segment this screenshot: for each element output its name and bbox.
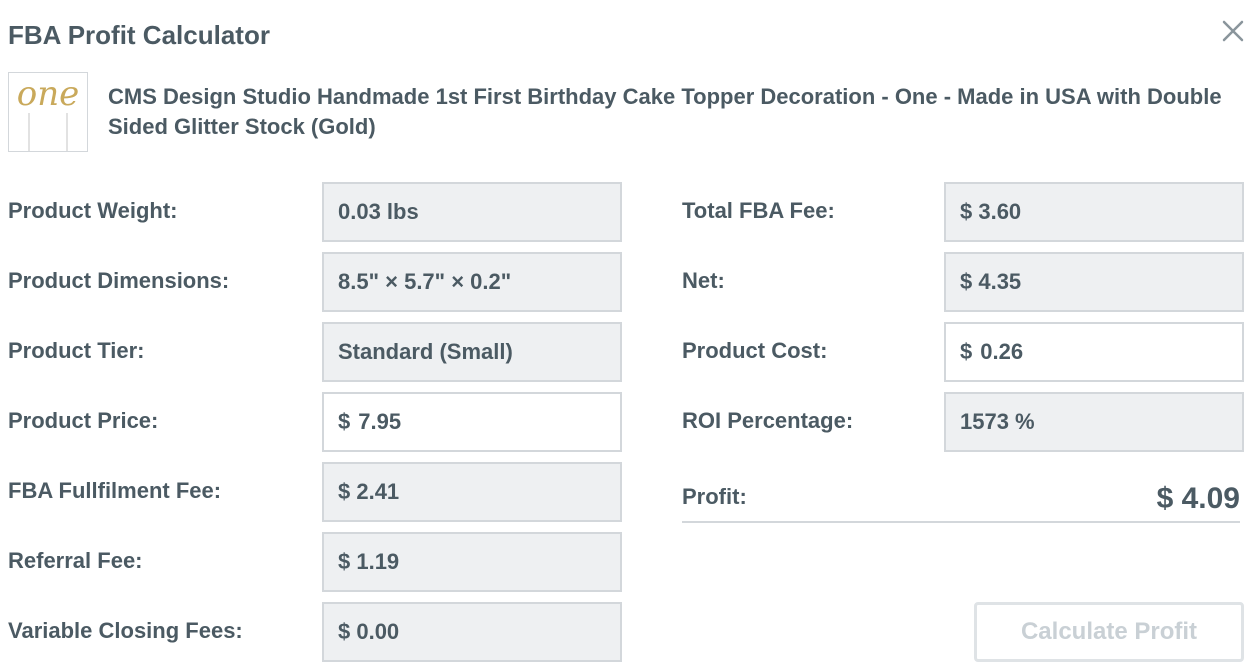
price-input[interactable]: [358, 409, 559, 435]
profit-label: Profit:: [682, 484, 747, 509]
net-label: Net:: [682, 268, 725, 293]
tier-label: Product Tier:: [8, 338, 145, 363]
referral-fee-field: $ 1.19: [322, 532, 622, 592]
calculate-profit-button[interactable]: Calculate Profit: [974, 602, 1244, 662]
price-label: Product Price:: [8, 408, 159, 433]
thumbnail-text: one: [17, 74, 80, 114]
total-fee-field: $ 3.60: [944, 182, 1244, 242]
cost-input[interactable]: [980, 339, 1181, 365]
profit-value: $ 4.09: [1156, 482, 1240, 515]
fulfilment-fee-label: FBA Fullfilment Fee:: [8, 478, 222, 503]
dimensions-field: 8.5" × 5.7" × 0.2": [322, 252, 622, 312]
product-title: CMS Design Studio Handmade 1st First Bir…: [108, 84, 1222, 139]
close-icon[interactable]: [1218, 16, 1248, 46]
closing-fees-field: $ 0.00: [322, 602, 622, 662]
referral-fee-label: Referral Fee:: [8, 548, 143, 573]
roi-field: 1573 %: [944, 392, 1244, 452]
net-field: $ 4.35: [944, 252, 1244, 312]
total-fee-label: Total FBA Fee:: [682, 198, 835, 223]
product-thumbnail: one: [8, 72, 88, 152]
page-title: FBA Profit Calculator: [8, 20, 270, 50]
price-field[interactable]: $: [322, 392, 622, 452]
profit-divider: [682, 521, 1240, 523]
cost-field[interactable]: $: [944, 322, 1244, 382]
currency-symbol: $: [338, 409, 351, 434]
fulfilment-fee-field: $ 2.41: [322, 462, 622, 522]
tier-field: Standard (Small): [322, 322, 622, 382]
cost-label: Product Cost:: [682, 338, 828, 363]
weight-label: Product Weight:: [8, 198, 178, 223]
dimensions-label: Product Dimensions:: [8, 268, 230, 293]
closing-fees-label: Variable Closing Fees:: [8, 618, 243, 643]
weight-field: 0.03 lbs: [322, 182, 622, 242]
currency-symbol: $: [960, 339, 973, 364]
roi-label: ROI Percentage:: [682, 408, 854, 433]
